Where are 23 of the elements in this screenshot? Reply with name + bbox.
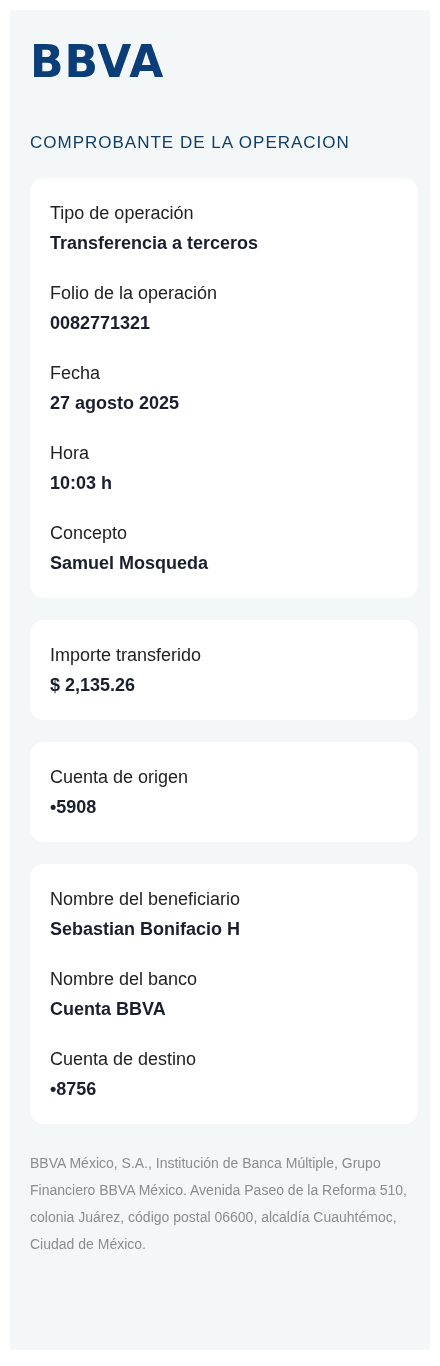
field-value: 10:03 h [50,472,114,495]
field-label: Cuenta de destino [50,1048,198,1071]
field-value: 27 agosto 2025 [50,392,181,415]
field-label: Nombre del beneficiario [50,888,242,911]
field-value: Cuenta BBVA [50,998,167,1021]
field-value: •8756 [50,1078,98,1101]
field-label: Nombre del banco [50,968,199,991]
field-value: 0082771321 [50,312,152,335]
field-value: Samuel Mosqueda [50,552,210,575]
field-label: Cuenta de origen [50,766,190,789]
field-value: •5908 [50,796,98,819]
legal-text: BBVA México, S.A., Institución de Banca Múltiple, Grupo Financiero BBVA México. Avenida Paseo de la Reforma 510, colonia Juárez, código postal 06600, alcaldía Cuauhtémoc, Ciudad de México. [30,1154,408,1254]
field-label: Hora [50,442,90,465]
field-label: Concepto [50,522,129,545]
receipt-title: COMPROBANTE DE LA OPERACION [30,132,350,154]
field-label: Fecha [50,362,102,385]
field-label: Importe transferido [50,644,203,667]
field-label: Tipo de operación [50,202,195,225]
field-value: Transferencia a terceros [50,232,260,255]
field-label: Folio de la operación [50,282,219,305]
logo: BBVA [30,38,165,86]
field-value: $ 2,135.26 [50,674,137,697]
field-value: Sebastian Bonifacio H [50,918,242,941]
